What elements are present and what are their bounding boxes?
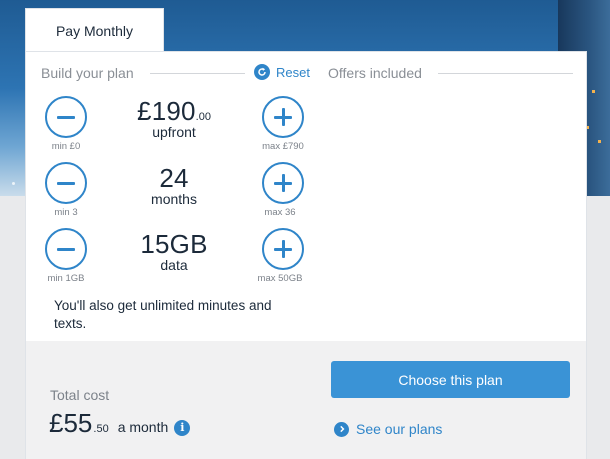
upfront-max-label: max £790 — [262, 141, 304, 152]
tab-label: Pay Monthly — [55, 22, 134, 39]
data-max-label: max 50GB — [257, 273, 303, 284]
increase-months-button[interactable] — [262, 162, 304, 204]
choose-plan-button[interactable]: Choose this plan — [331, 361, 570, 398]
months-value: 24 months — [110, 163, 238, 207]
months-max-label: max 36 — [264, 207, 296, 218]
reset-button[interactable]: Reset — [254, 64, 310, 80]
price-decimal: .50 — [93, 423, 109, 435]
chevron-right-icon — [334, 421, 349, 437]
refresh-icon — [254, 64, 270, 80]
tab-pay-monthly[interactable]: Pay Monthly — [25, 8, 164, 52]
upfront-min-label: min £0 — [51, 141, 81, 152]
see-plans-link[interactable]: See our plans — [334, 421, 442, 437]
price-amount: £55 — [49, 408, 93, 438]
upfront-unit: upfront — [152, 124, 196, 140]
data-value: 15GB data — [110, 229, 238, 273]
upfront-amount: £190 — [137, 96, 196, 126]
data-amount: 15GB — [140, 229, 208, 259]
divider — [150, 73, 245, 74]
data-min-label: min 1GB — [47, 273, 85, 284]
months-unit: months — [151, 191, 197, 207]
price-period: a month — [117, 419, 169, 435]
increase-upfront-button[interactable] — [262, 96, 304, 138]
decrease-upfront-button[interactable] — [45, 96, 87, 138]
months-amount: 24 — [159, 163, 189, 193]
decrease-months-button[interactable] — [45, 162, 87, 204]
build-plan-title: Build your plan — [41, 65, 134, 81]
info-icon[interactable]: i — [174, 419, 191, 436]
total-cost-label: Total cost — [50, 387, 110, 403]
data-unit: data — [160, 257, 188, 273]
monthly-price: £55 .50 a month i — [49, 408, 191, 439]
snow-dot — [12, 182, 15, 185]
divider — [438, 73, 573, 74]
increase-data-button[interactable] — [262, 228, 304, 270]
summary-footer — [26, 341, 586, 459]
see-plans-label: See our plans — [356, 421, 443, 437]
upfront-value: £190.00 upfront — [110, 96, 238, 140]
choose-plan-label: Choose this plan — [398, 371, 503, 388]
offers-title: Offers included — [328, 65, 422, 81]
reset-label: Reset — [276, 64, 310, 80]
decrease-data-button[interactable] — [45, 228, 87, 270]
months-min-label: min 3 — [54, 207, 78, 218]
unlimited-note: You'll also get unlimited minutes and te… — [54, 298, 272, 331]
upfront-decimal: .00 — [195, 111, 211, 123]
